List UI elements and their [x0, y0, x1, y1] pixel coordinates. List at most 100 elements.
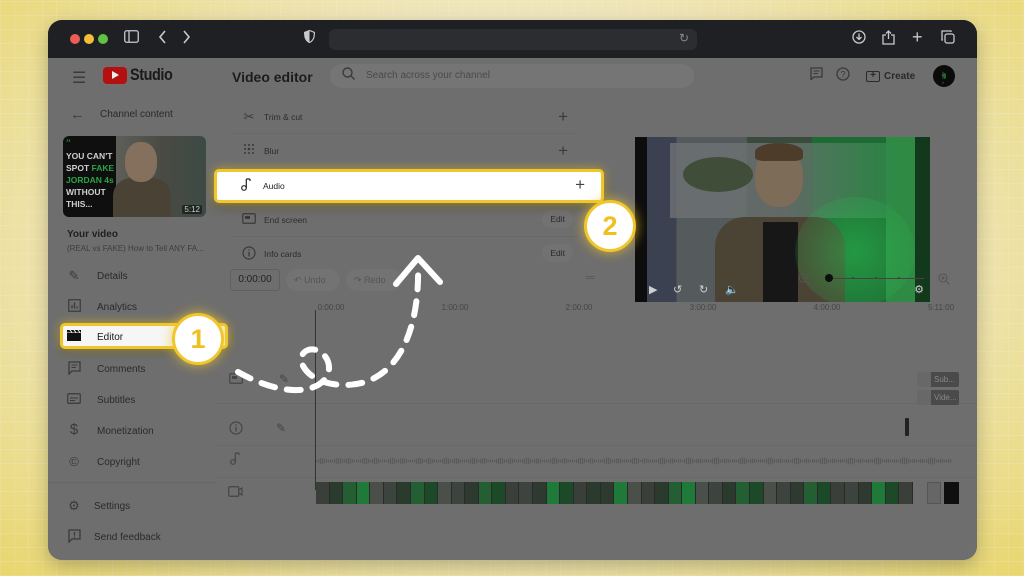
- rewind-10-icon[interactable]: ↺: [673, 283, 682, 296]
- waveform-bar: [808, 459, 810, 463]
- info-card-marker[interactable]: [905, 418, 909, 436]
- waveform-bar: [630, 459, 632, 463]
- waveform-bar: [754, 459, 756, 463]
- ruler-tick-label: 5:11:00: [927, 303, 955, 312]
- waveform-bar: [608, 457, 610, 465]
- zoom-slider-track[interactable]: [830, 278, 924, 279]
- chevron-left-icon[interactable]: [158, 30, 167, 49]
- undo-button[interactable]: ↶ Undo: [286, 269, 340, 291]
- sidebar-item-settings[interactable]: ⚙ Settings: [48, 493, 216, 519]
- waveform-bar: [582, 457, 584, 465]
- subtitles-chip[interactable]: Sub...: [917, 372, 959, 387]
- url-bar[interactable]: ↻: [329, 29, 697, 50]
- waveform-bar: [388, 458, 390, 464]
- waveform-bar: [666, 459, 668, 463]
- waveform-bar: [366, 458, 368, 464]
- tool-end-screen[interactable]: End screen Edit: [231, 203, 578, 237]
- waveform-bar: [816, 459, 818, 463]
- play-icon[interactable]: ▶: [649, 283, 657, 296]
- end-screen-frame[interactable]: [944, 482, 959, 504]
- waveform-bar: [824, 457, 826, 465]
- shield-icon[interactable]: [303, 29, 316, 48]
- end-screen-track-icon: [229, 373, 243, 387]
- waveform-bar: [344, 459, 346, 463]
- create-button[interactable]: + Create: [866, 66, 915, 86]
- download-icon[interactable]: [852, 30, 866, 49]
- sidebar-item-label: Copyright: [97, 457, 140, 468]
- channel-search-input[interactable]: Search across your channel: [330, 64, 694, 88]
- tool-info-cards[interactable]: Info cards Edit: [231, 237, 578, 271]
- video-filmstrip[interactable]: [316, 482, 913, 504]
- filmstrip-frame: [383, 482, 398, 504]
- volume-icon[interactable]: 🔈: [725, 283, 739, 296]
- back-to-channel-content[interactable]: ← Channel content: [48, 106, 216, 126]
- waveform-bar: [642, 458, 644, 464]
- waveform-bar: [466, 459, 468, 463]
- reload-icon[interactable]: ↻: [679, 31, 689, 45]
- sidebar-item-subtitles[interactable]: Subtitles: [48, 387, 216, 413]
- share-icon[interactable]: [882, 30, 895, 50]
- end-screen-frame[interactable]: [927, 482, 941, 504]
- tool-audio[interactable]: Audio +: [214, 169, 604, 203]
- waveform-bar: [868, 459, 870, 463]
- waveform-bar: [386, 459, 388, 463]
- audio-waveform[interactable]: [316, 456, 953, 466]
- tool-label: End screen: [264, 215, 307, 225]
- waveform-bar: [514, 459, 516, 463]
- zoom-in-icon[interactable]: [938, 273, 950, 288]
- redo-button[interactable]: ↷ Redo: [346, 269, 402, 291]
- zoom-out-icon[interactable]: [798, 273, 810, 288]
- sidebar-item-send-feedback[interactable]: Send feedback: [48, 524, 216, 550]
- messages-icon[interactable]: [810, 67, 823, 83]
- ruler-tick-label: 3:00:00: [689, 303, 717, 312]
- waveform-bar: [656, 459, 658, 463]
- forward-10-icon[interactable]: ↻: [699, 283, 708, 296]
- waveform-bar: [364, 457, 366, 465]
- more-options-icon[interactable]: ⋮: [936, 69, 950, 86]
- waveform-bar: [612, 459, 614, 463]
- waveform-bar: [614, 459, 616, 463]
- tabs-icon[interactable]: [941, 30, 955, 49]
- help-icon[interactable]: ?: [836, 67, 850, 84]
- sidebar-item-monetization[interactable]: $ Monetization: [48, 418, 216, 444]
- waveform-bar: [718, 458, 720, 464]
- end-screen-edit-pencil-icon[interactable]: ✎: [279, 372, 289, 386]
- sidebar-icon[interactable]: [124, 30, 139, 48]
- youtube-logo-icon[interactable]: [103, 67, 127, 84]
- video-chip[interactable]: Vide...: [917, 390, 959, 405]
- waveform-bar: [434, 459, 436, 463]
- tool-blur[interactable]: Blur +: [231, 134, 578, 168]
- info-cards-edit-pencil-icon[interactable]: ✎: [276, 421, 286, 435]
- chevron-right-icon[interactable]: [182, 30, 191, 49]
- add-audio-button[interactable]: +: [575, 175, 585, 195]
- create-label: Create: [884, 70, 916, 82]
- zoom-slider-knob[interactable]: [825, 274, 833, 282]
- edit-info-cards-button[interactable]: Edit: [542, 244, 573, 262]
- add-trim-button[interactable]: +: [558, 107, 568, 127]
- filmstrip-frame: [424, 482, 439, 504]
- waveform-bar: [572, 459, 574, 463]
- waveform-bar: [430, 458, 432, 464]
- thumbnail-line: WITHOUT: [66, 187, 106, 197]
- plus-icon[interactable]: +: [912, 28, 923, 46]
- minimize-window-button[interactable]: [84, 34, 94, 44]
- edit-end-screen-button[interactable]: Edit: [542, 210, 573, 228]
- waveform-bar: [778, 458, 780, 464]
- sidebar-item-copyright[interactable]: © Copyright: [48, 449, 216, 475]
- thumbnail-person-body: [113, 178, 171, 217]
- add-blur-button[interactable]: +: [558, 141, 568, 161]
- waveform-bar: [464, 459, 466, 463]
- sidebar-item-details[interactable]: ✎ Details: [48, 263, 216, 289]
- waveform-bar: [528, 457, 530, 465]
- menu-icon[interactable]: ☰: [72, 68, 86, 88]
- maximize-window-button[interactable]: [98, 34, 108, 44]
- video-thumbnail[interactable]: “ YOU CAN'T SPOT FAKE JORDAN 4s WITHOUT …: [63, 136, 206, 217]
- waveform-bar: [536, 458, 538, 464]
- timecode-field[interactable]: 0:00:00: [230, 269, 280, 291]
- panel-resize-handle[interactable]: ═: [586, 270, 595, 284]
- settings-gear-icon[interactable]: ⚙: [914, 283, 924, 296]
- waveform-bar: [602, 459, 604, 463]
- close-window-button[interactable]: [70, 34, 80, 44]
- waveform-bar: [788, 459, 790, 463]
- tool-trim-cut[interactable]: ✂ Trim & cut +: [231, 100, 578, 134]
